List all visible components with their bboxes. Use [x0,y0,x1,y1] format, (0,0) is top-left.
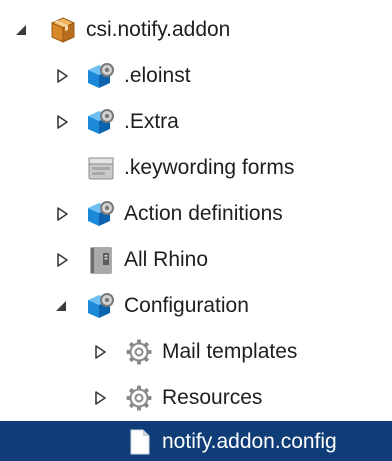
gear-cube-icon [88,293,114,318]
collapsed-arrow-icon[interactable] [52,250,72,270]
tree-item-label: csi.notify.addon [86,18,231,41]
tree-item-label: Action definitions [124,202,283,225]
tree-item-keywording-forms[interactable]: .keywording forms [0,145,392,191]
tree-item-resources[interactable]: Resources [0,375,392,421]
gear-icon [126,339,152,365]
tree-item-notify-addon-config[interactable]: notify.addon.config [0,421,392,461]
tree-item-mail-templates[interactable]: Mail templates [0,329,392,375]
tree-item-csi-notify-addon[interactable]: csi.notify.addon [0,7,392,53]
expanded-arrow-icon[interactable] [52,296,72,316]
gear-cube-icon [88,63,114,88]
tree-item-label: Configuration [124,294,249,317]
gear-icon [126,385,152,411]
tree-item-label: Mail templates [162,340,298,363]
gear-cube-icon [88,109,114,134]
tree-item-label: notify.addon.config [162,430,337,453]
tree-item-configuration[interactable]: Configuration [0,283,392,329]
collapsed-arrow-icon[interactable] [52,66,72,86]
binder-icon [90,247,112,274]
tree-item-label: All Rhino [124,248,209,271]
gear-cube-icon [88,201,114,226]
tree-item-label: .eloinst [124,64,191,87]
tree-item-label: .Extra [124,110,179,133]
package-icon [50,17,76,43]
tree-item-label: Resources [162,386,263,409]
tree-item-action-definitions[interactable]: Action definitions [0,191,392,237]
tree-item-all-rhino[interactable]: All Rhino [0,237,392,283]
file-icon [130,429,150,455]
form-folder-icon [88,157,114,180]
collapsed-arrow-icon[interactable] [52,112,72,132]
tree-item-extra[interactable]: .Extra [0,99,392,145]
repository-tree: csi.notify.addon .eloinst .Extra .keywor… [0,0,392,461]
collapsed-arrow-icon[interactable] [52,204,72,224]
collapsed-arrow-icon[interactable] [90,388,110,408]
tree-item-label: .keywording forms [124,156,295,179]
tree-item-eloinst[interactable]: .eloinst [0,53,392,99]
expanded-arrow-icon[interactable] [12,20,32,40]
collapsed-arrow-icon[interactable] [90,342,110,362]
